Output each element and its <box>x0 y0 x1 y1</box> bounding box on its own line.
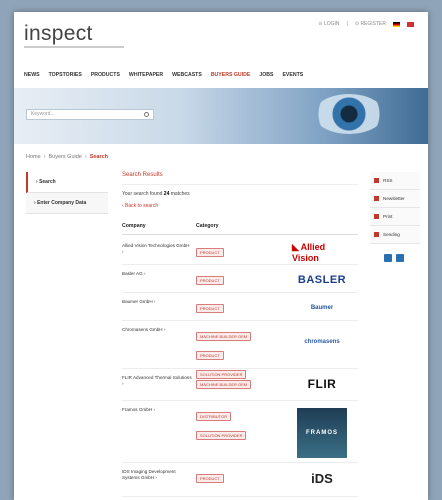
search-input[interactable]: Keyword... <box>26 109 154 120</box>
print-link[interactable]: Print <box>370 208 420 226</box>
company-link[interactable]: Chromasens GmbH › <box>122 327 192 333</box>
main-nav: NEWS TOPSTORIES PRODUCTS WHITEPAPER WEBC… <box>14 68 428 82</box>
table-row: Chromasens GmbH › MACHINE BUILDER OEM PR… <box>122 321 358 379</box>
sending-label: Sending <box>383 232 400 237</box>
company-link[interactable]: Allied Vision Technologies GmbH › <box>122 243 192 255</box>
table-row: IDS Imaging Development Systems GmbH › P… <box>122 463 358 497</box>
sending-link[interactable]: Sending <box>370 226 420 244</box>
logo-text: Baumer <box>310 305 334 311</box>
breadcrumb: Home › Buyers Guide › Search <box>26 154 108 160</box>
category-tag[interactable]: PRODUCT <box>196 276 224 285</box>
results-table-body: Allied Vision Technologies GmbH › PRODUC… <box>122 235 358 500</box>
hero-banner: Keyword... <box>14 88 428 144</box>
table-row: Baumer GmbH › PRODUCT Baumer <box>122 293 358 321</box>
nav-jobs[interactable]: JOBS <box>259 68 273 82</box>
logo-text: iDS <box>311 470 333 486</box>
found-count: 24 <box>163 191 170 197</box>
company-link[interactable]: Framos GmbH › <box>122 407 192 413</box>
company-logo[interactable]: Baumer <box>292 297 352 319</box>
company-link[interactable]: IDS Imaging Development Systems GmbH › <box>122 469 192 481</box>
company-logo[interactable]: ◣ Allied Vision <box>292 241 352 263</box>
register-link[interactable]: ⊙ REGISTER <box>355 21 386 27</box>
site-logo[interactable]: inspect <box>24 22 93 46</box>
breadcrumb-current: Search <box>89 154 109 160</box>
back-to-search-link[interactable]: ‹ Back to search <box>122 203 358 209</box>
search-icon[interactable] <box>144 112 149 117</box>
company-logo[interactable]: FRAMOS <box>292 405 352 461</box>
category-tag[interactable]: PRODUCT <box>196 351 224 360</box>
left-sidebar: › Search › Enter Company Data <box>26 172 108 214</box>
sidebar-item-search[interactable]: › Search <box>26 172 108 193</box>
login-link[interactable]: ⊙ LOGIN <box>318 21 339 27</box>
company-logo[interactable]: BASLER <box>292 269 352 291</box>
table-row: Allied Vision Technologies GmbH › PRODUC… <box>122 237 358 265</box>
category-tag[interactable]: PRODUCT <box>196 474 224 483</box>
allied-vision-logo-icon: ◣ <box>292 241 299 252</box>
results-title: Search Results <box>122 172 358 185</box>
category-tag[interactable]: PRODUCT <box>196 248 224 257</box>
english-flag-icon[interactable] <box>407 21 414 27</box>
table-row: FLIR Advanced Thermal Solutions › MACHIN… <box>122 369 358 401</box>
nav-news[interactable]: NEWS <box>24 68 40 82</box>
newsletter-label: Newsletter <box>383 196 405 201</box>
logo-text: BASLER <box>297 274 347 286</box>
envelope-icon <box>374 196 379 201</box>
company-link[interactable]: FLIR Advanced Thermal Solutions › <box>122 375 192 387</box>
nav-products[interactable]: PRODUCTS <box>91 68 120 82</box>
account-links: ⊙ LOGIN | ⊙ REGISTER <box>318 21 414 27</box>
german-flag-icon[interactable] <box>393 21 400 27</box>
company-logo[interactable]: iDS <box>292 467 352 489</box>
breadcrumb-sep: › <box>43 154 46 160</box>
logo-underline <box>24 46 124 48</box>
printer-icon <box>374 214 379 219</box>
send-icon <box>374 232 379 237</box>
breadcrumb-sep: › <box>84 154 87 160</box>
twitter-icon[interactable] <box>384 254 392 262</box>
category-tag[interactable]: PRODUCT <box>196 304 224 313</box>
found-suffix: matches <box>170 191 190 197</box>
company-logo[interactable]: FLIR <box>292 373 352 395</box>
right-sidebar: RSS Newsletter Print Sending <box>370 172 420 262</box>
logo-text: FRAMOS <box>297 408 347 458</box>
logo-text: FLIR <box>307 377 337 391</box>
table-row: Basler AG › PRODUCT BASLER <box>122 265 358 293</box>
column-company: Company <box>122 223 146 229</box>
table-row: Framos GmbH › DISTRIBUTOR SOLUTION PROVI… <box>122 401 358 463</box>
category-tag[interactable]: MACHINE BUILDER OEM <box>196 332 252 341</box>
nav-buyers-guide[interactable]: BUYERS GUIDE <box>211 68 251 82</box>
print-label: Print <box>383 214 393 219</box>
divider: | <box>346 21 348 27</box>
breadcrumb-home[interactable]: Home <box>26 154 41 160</box>
category-tag[interactable]: MACHINE BUILDER OEM <box>196 380 252 389</box>
nav-topstories[interactable]: TOPSTORIES <box>49 68 82 82</box>
sidebar-item-enter-company-data[interactable]: › Enter Company Data <box>26 193 108 214</box>
eye-banner-image <box>314 94 384 134</box>
rss-link[interactable]: RSS <box>370 172 420 190</box>
nav-webcasts[interactable]: WEBCASTS <box>172 68 202 82</box>
rss-label: RSS <box>383 178 393 183</box>
company-link[interactable]: Baumer GmbH › <box>122 299 192 305</box>
linkedin-icon[interactable] <box>396 254 404 262</box>
company-logo[interactable]: chromasens <box>292 331 352 353</box>
company-link[interactable]: Basler AG › <box>122 271 192 277</box>
column-category: Category <box>196 223 219 229</box>
nav-whitepaper[interactable]: WHITEPAPER <box>129 68 163 82</box>
category-tag[interactable]: SOLUTION PROVIDER <box>196 431 247 440</box>
sidebar-item-label: Search <box>39 179 56 185</box>
logo-text: chromasens <box>304 339 340 345</box>
breadcrumb-guide[interactable]: Buyers Guide <box>49 154 82 160</box>
results-table-header: Company Category <box>122 223 358 235</box>
sidebar-item-label: Enter Company Data <box>37 200 87 206</box>
category-tag[interactable]: DISTRIBUTOR <box>196 412 232 421</box>
search-results: Search Results Your search found 24 matc… <box>122 172 358 500</box>
social-icons <box>370 254 420 262</box>
nav-events[interactable]: EVENTS <box>282 68 303 82</box>
page: inspect ⊙ LOGIN | ⊙ REGISTER NEWS TOPSTO… <box>14 12 428 500</box>
top-header: inspect ⊙ LOGIN | ⊙ REGISTER <box>14 12 428 64</box>
rss-icon <box>374 178 379 183</box>
results-count-text: Your search found 24 matches <box>122 191 358 197</box>
found-prefix: Your search found <box>122 191 163 197</box>
newsletter-link[interactable]: Newsletter <box>370 190 420 208</box>
